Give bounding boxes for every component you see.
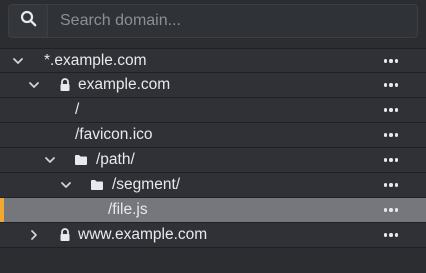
tree-row-path-folder[interactable]: /path/ [0, 148, 426, 173]
lock-icon [58, 78, 72, 92]
more-icon[interactable] [381, 153, 401, 167]
tree-row-label: www.example.com [78, 226, 208, 243]
chevron-down-icon[interactable] [27, 78, 41, 92]
chevron-down-icon[interactable] [43, 153, 57, 167]
chevron-down-icon[interactable] [59, 178, 73, 192]
tree-row-label: example.com [78, 76, 171, 93]
tree-row-label: /segment/ [112, 176, 181, 193]
folder-icon [90, 178, 104, 192]
more-icon[interactable] [381, 54, 401, 68]
tree-row-file-js[interactable]: /file.js [0, 198, 426, 223]
tree-row-wildcard-example-com[interactable]: *.example.com [0, 48, 426, 73]
folder-icon [74, 153, 88, 167]
domain-tree-panel: *.example.com example.com / /favicon [0, 0, 426, 273]
more-icon[interactable] [381, 103, 401, 117]
tree-row-root-path[interactable]: / [0, 98, 426, 123]
tree-row-label: / [75, 101, 80, 118]
tree-row-label: /file.js [108, 201, 148, 218]
tree-row-label: /path/ [96, 151, 135, 168]
tree-row-label: *.example.com [44, 51, 147, 69]
search-bar [8, 4, 418, 38]
more-icon[interactable] [381, 78, 401, 92]
more-icon[interactable] [381, 228, 401, 242]
lock-icon [58, 228, 72, 242]
more-icon[interactable] [381, 203, 401, 217]
search-icon [20, 10, 37, 32]
more-icon[interactable] [381, 128, 401, 142]
search-input[interactable] [48, 4, 417, 38]
chevron-right-icon[interactable] [27, 228, 41, 242]
tree-row-label: /favicon.ico [75, 126, 153, 143]
tree-row-example-com[interactable]: example.com [0, 73, 426, 98]
tree-row-favicon[interactable]: /favicon.ico [0, 123, 426, 148]
tree-row-segment-folder[interactable]: /segment/ [0, 173, 426, 198]
tree-row-www-example-com[interactable]: www.example.com [0, 223, 426, 248]
domain-tree: *.example.com example.com / /favicon.ico… [0, 48, 426, 248]
more-icon[interactable] [381, 178, 401, 192]
search-button[interactable] [9, 5, 48, 37]
chevron-down-icon[interactable] [11, 54, 25, 68]
